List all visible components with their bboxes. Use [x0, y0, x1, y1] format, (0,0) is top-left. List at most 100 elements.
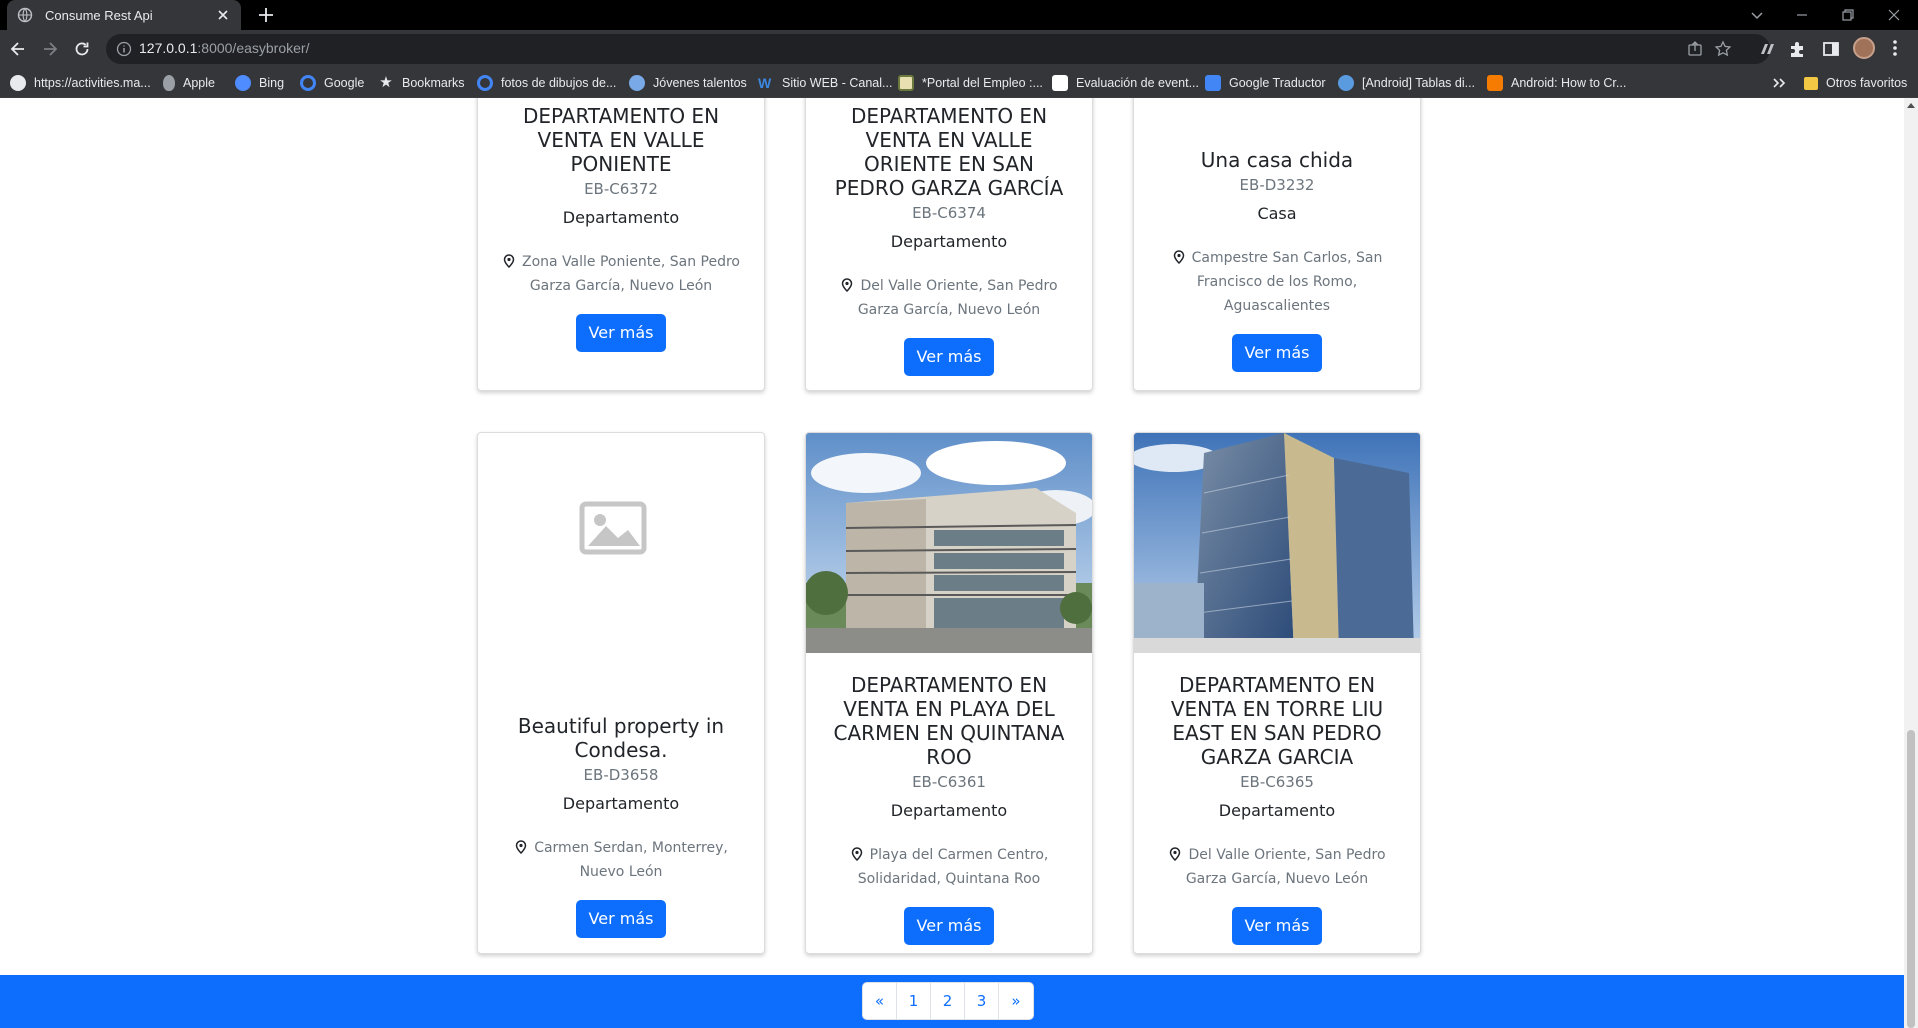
property-type: Departamento: [1218, 801, 1336, 820]
bookmark-item[interactable]: Evaluación de event...: [1052, 73, 1199, 93]
other-bookmarks-folder[interactable]: Otros favoritos: [1804, 73, 1907, 93]
location-pin-icon: [1170, 847, 1181, 861]
ver-mas-button[interactable]: Ver más: [1231, 334, 1323, 372]
property-title: DEPARTAMENTO EN VENTA EN VALLE PONIENTE: [522, 104, 720, 176]
address-bar[interactable]: 127.0.0.1:8000/easybroker/: [106, 34, 1770, 64]
browser-toolbar: 127.0.0.1:8000/easybroker/: [0, 30, 1918, 68]
minimize-icon[interactable]: [1793, 6, 1811, 24]
location-pin-icon: [503, 254, 515, 268]
property-title: Una casa chida: [1200, 148, 1354, 172]
tab-strip: Consume Rest Api: [0, 0, 1918, 30]
bookmark-star-icon[interactable]: [1714, 40, 1732, 58]
tab-search-icon[interactable]: [1748, 6, 1766, 24]
google-icon: [477, 75, 493, 91]
weebly-icon: W: [758, 75, 772, 91]
url-text[interactable]: 127.0.0.1:8000/easybroker/: [139, 40, 309, 56]
page-viewport: DEPARTAMENTO EN VENTA EN VALLE PONIENTE …: [0, 98, 1904, 1028]
bookmark-item[interactable]: Android: How to Cr...: [1487, 73, 1626, 93]
property-code: EB-C6372: [584, 180, 658, 198]
property-card: Beautiful property in Condesa. EB-D3658 …: [477, 432, 765, 954]
bookmark-item[interactable]: https://activities.ma...: [10, 73, 151, 93]
location-pin-icon: [842, 278, 853, 292]
share-icon[interactable]: [1686, 40, 1704, 58]
ver-mas-button[interactable]: Ver más: [1231, 907, 1323, 945]
ver-mas-button[interactable]: Ver más: [575, 314, 667, 352]
scrollbar-thumb[interactable]: [1907, 730, 1915, 1028]
property-title: DEPARTAMENTO EN VENTA EN TORRE LIU EAST …: [1170, 673, 1384, 769]
restore-icon[interactable]: [1839, 6, 1857, 24]
more-bookmarks-icon[interactable]: [1772, 77, 1786, 89]
bookmark-item[interactable]: fotos de dibujos de...: [477, 73, 616, 93]
browser-tab[interactable]: Consume Rest Api: [7, 0, 241, 30]
google-icon: [300, 75, 316, 91]
pagination-page-2[interactable]: 2: [931, 983, 965, 1019]
property-title: DEPARTAMENTO EN VENTA EN PLAYA DEL CARME…: [833, 673, 1065, 769]
property-card: DEPARTAMENTO EN VENTA EN PLAYA DEL CARME…: [805, 432, 1093, 954]
footer-bar: « 1 2 3 »: [0, 975, 1904, 1028]
browser-menu-icon[interactable]: [1891, 37, 1899, 59]
bing-icon: [235, 75, 251, 91]
bookmark-item[interactable]: Google Traductor: [1205, 73, 1326, 93]
property-card: DEPARTAMENTO EN VENTA EN TORRE LIU EAST …: [1133, 432, 1421, 954]
property-code: EB-D3658: [583, 766, 659, 784]
globe-icon: [17, 7, 33, 23]
ver-mas-button[interactable]: Ver más: [575, 900, 667, 938]
pagination: « 1 2 3 »: [862, 982, 1034, 1020]
property-type: Departamento: [890, 801, 1008, 820]
star-icon: ★: [379, 74, 393, 91]
property-code: EB-C6374: [912, 204, 986, 222]
wordpress-icon: [1338, 75, 1354, 91]
property-location: Campestre San Carlos, San Francisco de l…: [1157, 246, 1397, 318]
bookmark-item[interactable]: Apple: [163, 73, 215, 93]
blogger-icon: [1487, 75, 1503, 91]
bookmark-item[interactable]: W Sitio WEB - Canal...: [758, 73, 892, 93]
portal-icon: [898, 75, 914, 91]
property-type: Departamento: [890, 232, 1008, 251]
forward-icon[interactable]: [40, 39, 60, 59]
property-code: EB-D3232: [1239, 176, 1315, 194]
ver-mas-button[interactable]: Ver más: [903, 338, 995, 376]
property-card: Una casa chida EB-D3232 Casa Campestre S…: [1133, 98, 1421, 391]
bookmark-item[interactable]: *Portal del Empleo :...: [898, 73, 1043, 93]
apple-icon: [163, 75, 175, 91]
bookmark-item[interactable]: Jóvenes talentos: [629, 73, 747, 93]
ver-mas-button[interactable]: Ver más: [903, 907, 995, 945]
location-pin-icon: [851, 847, 862, 861]
side-panel-icon[interactable]: [1821, 39, 1841, 59]
page-scrollbar[interactable]: [1904, 98, 1918, 1028]
location-pin-icon: [515, 840, 527, 854]
property-card: DEPARTAMENTO EN VENTA EN VALLE PONIENTE …: [477, 98, 765, 391]
profile-avatar[interactable]: [1853, 37, 1875, 59]
scroll-up-arrow-icon[interactable]: [1907, 103, 1915, 108]
location-pin-icon: [1173, 250, 1184, 264]
extension-tab-icon[interactable]: [1757, 39, 1777, 59]
close-window-icon[interactable]: [1885, 6, 1903, 24]
reload-icon[interactable]: [72, 39, 92, 59]
eval-icon: [1052, 75, 1068, 91]
pagination-previous[interactable]: «: [863, 983, 897, 1019]
property-photo: [1134, 433, 1420, 653]
new-tab-icon[interactable]: [256, 5, 276, 25]
close-tab-icon[interactable]: [215, 7, 231, 23]
bookmark-item[interactable]: Bing: [235, 73, 284, 93]
back-icon[interactable]: [8, 39, 28, 59]
bookmarks-bar: https://activities.ma... Apple Bing Goog…: [0, 68, 1918, 98]
pagination-page-3[interactable]: 3: [965, 983, 999, 1019]
bookmark-item[interactable]: ★ Bookmarks: [378, 73, 464, 93]
property-title: DEPARTAMENTO EN VENTA EN VALLE ORIENTE E…: [834, 104, 1064, 200]
property-card: DEPARTAMENTO EN VENTA EN VALLE ORIENTE E…: [805, 98, 1093, 391]
property-code: EB-C6361: [912, 773, 986, 791]
bookmark-item[interactable]: Google: [300, 73, 364, 93]
property-title: Beautiful property in Condesa.: [517, 714, 725, 762]
bookmark-item[interactable]: [Android] Tablas di...: [1338, 73, 1475, 93]
property-type: Departamento: [562, 794, 680, 813]
image-placeholder-icon: [579, 501, 647, 555]
pagination-next[interactable]: »: [999, 983, 1033, 1019]
pagination-page-1[interactable]: 1: [897, 983, 931, 1019]
folder-icon: [1804, 76, 1818, 90]
property-type: Casa: [1257, 204, 1297, 223]
site-info-icon[interactable]: [116, 41, 132, 57]
translate-icon: [1205, 75, 1221, 91]
extensions-puzzle-icon[interactable]: [1787, 39, 1807, 59]
property-location: Zona Valle Poniente, San Pedro Garza Gar…: [501, 250, 741, 298]
